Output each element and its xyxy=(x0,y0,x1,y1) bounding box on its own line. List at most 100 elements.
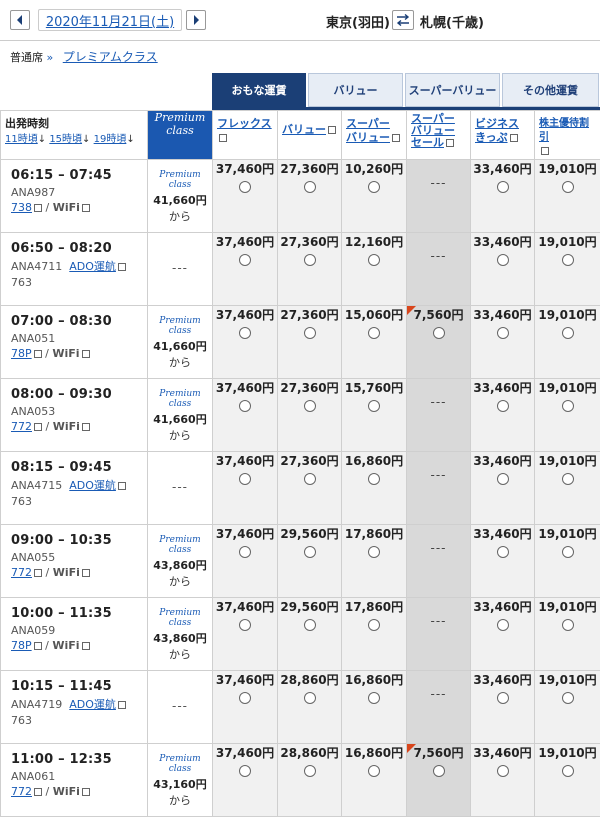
fare-cell[interactable]: 19,010円 xyxy=(535,233,600,306)
col-flex-header[interactable]: フレックス xyxy=(213,111,278,160)
fare-radio-button[interactable] xyxy=(239,473,251,485)
fare-radio-button[interactable] xyxy=(368,254,380,266)
fare-radio-button[interactable] xyxy=(239,546,251,558)
fare-radio-button[interactable] xyxy=(497,692,509,704)
premium-fare-cell[interactable]: Premium class 41,660円 から xyxy=(148,160,213,233)
fare-cell[interactable]: 16,860円 xyxy=(342,744,407,817)
fare-cell[interactable]: 37,460円 xyxy=(213,160,278,233)
fare-radio-button[interactable] xyxy=(562,254,574,266)
fare-cell[interactable]: 12,160円 xyxy=(342,233,407,306)
date-selector[interactable]: 2020年11月21日(土) xyxy=(38,9,182,31)
fare-cell[interactable]: 28,860円 xyxy=(278,671,342,744)
fare-cell[interactable]: 33,460円 xyxy=(471,525,535,598)
premium-fare-cell[interactable]: Premium class 41,660円 から xyxy=(148,379,213,452)
col-shareholder-header[interactable]: 株主優待割引 xyxy=(535,111,600,160)
premium-fare-cell[interactable]: Premium class 43,860円 から xyxy=(148,598,213,671)
col-business-header[interactable]: ビジネスきっぷ xyxy=(471,111,535,160)
fare-cell[interactable]: 15,060円 xyxy=(342,306,407,379)
fare-radio-button[interactable] xyxy=(239,400,251,412)
fare-cell[interactable]: 19,010円 xyxy=(535,525,600,598)
fare-radio-button[interactable] xyxy=(497,400,509,412)
fare-radio-button[interactable] xyxy=(497,765,509,777)
premium-fare-cell[interactable]: Premium class 41,660円 から xyxy=(148,306,213,379)
fare-radio-button[interactable] xyxy=(304,181,316,193)
premium-fare-cell[interactable]: Premium class 43,860円 から xyxy=(148,525,213,598)
fare-radio-button[interactable] xyxy=(304,327,316,339)
fare-cell[interactable]: 10,260円 xyxy=(342,160,407,233)
fare-radio-button[interactable] xyxy=(304,619,316,631)
fare-cell[interactable]: 19,010円 xyxy=(535,306,600,379)
next-day-button[interactable] xyxy=(186,10,206,30)
fare-cell[interactable]: 37,460円 xyxy=(213,744,278,817)
tab-other-fares[interactable]: その他運賃 xyxy=(502,73,599,107)
fare-radio-button[interactable] xyxy=(368,765,380,777)
aircraft-link[interactable]: 738 xyxy=(11,201,32,214)
fare-radio-button[interactable] xyxy=(304,400,316,412)
fare-radio-button[interactable] xyxy=(368,692,380,704)
fare-radio-button[interactable] xyxy=(239,619,251,631)
fare-cell[interactable]: 37,460円 xyxy=(213,525,278,598)
fare-cell[interactable]: 33,460円 xyxy=(471,598,535,671)
fare-radio-button[interactable] xyxy=(562,765,574,777)
fare-cell[interactable]: 19,010円 xyxy=(535,671,600,744)
fare-cell[interactable]: 27,360円 xyxy=(278,379,342,452)
aircraft-link[interactable]: 78P xyxy=(11,639,32,652)
fare-cell[interactable]: 27,360円 xyxy=(278,233,342,306)
fare-cell[interactable]: 28,860円 xyxy=(278,744,342,817)
fare-radio-button[interactable] xyxy=(368,546,380,558)
fare-radio-button[interactable] xyxy=(497,181,509,193)
sort-11-link[interactable]: 11時頃 xyxy=(5,134,38,145)
fare-radio-button[interactable] xyxy=(239,254,251,266)
fare-cell[interactable]: 37,460円 xyxy=(213,233,278,306)
fare-cell[interactable]: 37,460円 xyxy=(213,452,278,525)
fare-radio-button[interactable] xyxy=(239,765,251,777)
fare-radio-button[interactable] xyxy=(562,619,574,631)
col-super-value-header[interactable]: スーパーバリュー xyxy=(342,111,407,160)
fare-cell[interactable]: 33,460円 xyxy=(471,233,535,306)
fare-cell[interactable]: 33,460円 xyxy=(471,452,535,525)
tab-value[interactable]: バリュー xyxy=(308,73,403,107)
fare-cell[interactable]: 19,010円 xyxy=(535,598,600,671)
fare-cell[interactable]: 27,360円 xyxy=(278,306,342,379)
fare-radio-button[interactable] xyxy=(304,765,316,777)
fare-cell[interactable]: 37,460円 xyxy=(213,379,278,452)
fare-cell[interactable]: 27,360円 xyxy=(278,452,342,525)
fare-cell[interactable]: 19,010円 xyxy=(535,452,600,525)
fare-cell[interactable]: 7,560円 xyxy=(407,306,471,379)
fare-radio-button[interactable] xyxy=(497,546,509,558)
fare-radio-button[interactable] xyxy=(497,327,509,339)
fare-radio-button[interactable] xyxy=(368,327,380,339)
col-super-value-sale-header[interactable]: スーパーバリューセール xyxy=(407,111,471,160)
fare-radio-button[interactable] xyxy=(562,473,574,485)
aircraft-link[interactable]: 78P xyxy=(11,347,32,360)
swap-route-button[interactable] xyxy=(392,10,414,30)
fare-cell[interactable]: 29,560円 xyxy=(278,525,342,598)
fare-radio-button[interactable] xyxy=(304,546,316,558)
col-value-header[interactable]: バリュー xyxy=(278,111,342,160)
fare-cell[interactable]: 37,460円 xyxy=(213,598,278,671)
fare-radio-button[interactable] xyxy=(562,692,574,704)
fare-radio-button[interactable] xyxy=(368,400,380,412)
fare-radio-button[interactable] xyxy=(368,619,380,631)
fare-cell[interactable]: 17,860円 xyxy=(342,598,407,671)
fare-cell[interactable]: 29,560円 xyxy=(278,598,342,671)
tab-super-value[interactable]: スーパーバリュー xyxy=(405,73,500,107)
fare-radio-button[interactable] xyxy=(368,473,380,485)
fare-radio-button[interactable] xyxy=(304,692,316,704)
fare-radio-button[interactable] xyxy=(368,181,380,193)
premium-fare-cell[interactable]: Premium class 43,160円 から xyxy=(148,744,213,817)
tab-main-fares[interactable]: おもな運賃 xyxy=(212,73,306,107)
aircraft-link[interactable]: 772 xyxy=(11,785,32,798)
fare-radio-button[interactable] xyxy=(497,254,509,266)
fare-cell[interactable]: 19,010円 xyxy=(535,379,600,452)
fare-radio-button[interactable] xyxy=(239,327,251,339)
fare-cell[interactable]: 7,560円 xyxy=(407,744,471,817)
sort-19-link[interactable]: 19時頃 xyxy=(94,134,127,145)
fare-radio-button[interactable] xyxy=(497,473,509,485)
fare-cell[interactable]: 16,860円 xyxy=(342,452,407,525)
fare-cell[interactable]: 37,460円 xyxy=(213,306,278,379)
fare-radio-button[interactable] xyxy=(433,765,445,777)
fare-cell[interactable]: 33,460円 xyxy=(471,306,535,379)
ado-operated-link[interactable]: ADO運航 xyxy=(69,698,116,711)
fare-radio-button[interactable] xyxy=(239,181,251,193)
